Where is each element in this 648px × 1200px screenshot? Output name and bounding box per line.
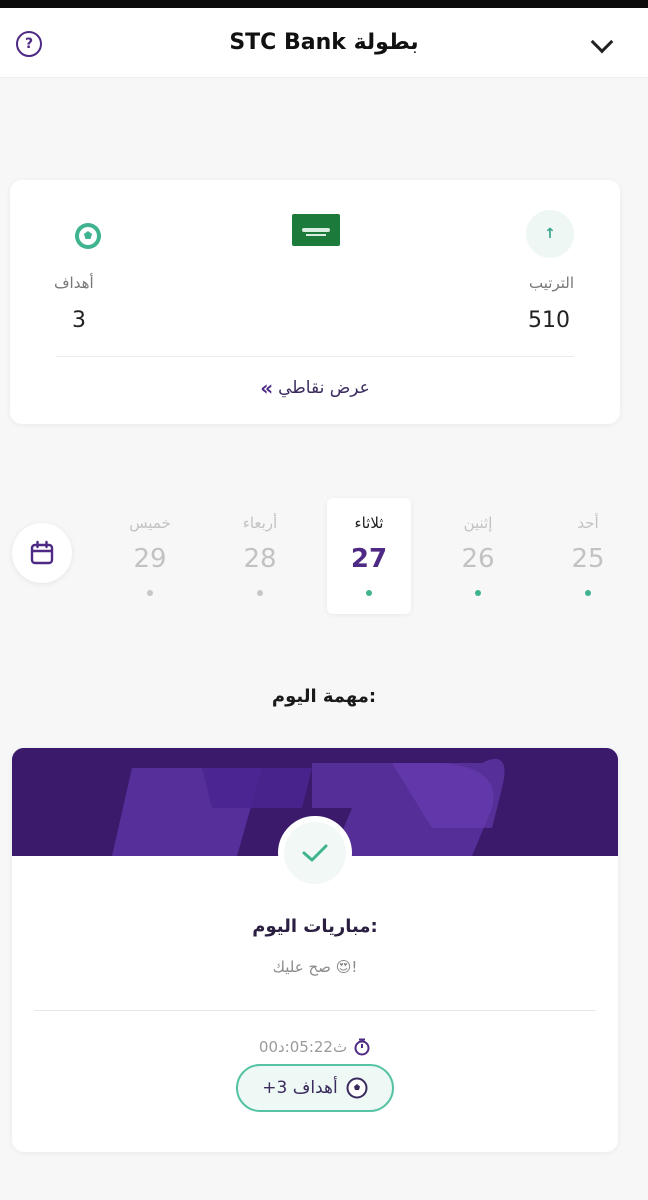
day-tuesday[interactable]: ثلاثاء 27 xyxy=(327,498,411,614)
day-number: 26 xyxy=(461,544,495,574)
day-sunday[interactable]: أحد 25 xyxy=(550,514,626,596)
day-status-dot xyxy=(147,590,153,596)
view-points-label: عرض نقاطي xyxy=(278,378,370,398)
day-name: خميس xyxy=(129,514,171,532)
day-number: 29 xyxy=(133,544,167,574)
day-name: أحد xyxy=(577,514,599,532)
goals-label: أهداف xyxy=(54,274,94,292)
task-subtitle: صح عليك 😍! xyxy=(272,958,358,976)
goals-value: 3 xyxy=(72,308,86,333)
check-icon xyxy=(278,816,352,890)
day-status-dot xyxy=(366,590,372,596)
view-points-link[interactable]: « عرض نقاطي xyxy=(10,376,620,400)
task-card[interactable]: مباريات اليوم: صح عليك 😍! ث05:22:د00 +3 … xyxy=(12,748,618,1152)
stopwatch-icon xyxy=(354,1038,370,1056)
reward-badge: +3 أهداف xyxy=(236,1064,394,1112)
rank-label: الترتيب xyxy=(529,274,574,292)
day-number: 28 xyxy=(243,544,277,574)
day-name: أربعاء xyxy=(242,514,278,532)
day-status-dot xyxy=(257,590,263,596)
countdown-text: ث05:22:د00 xyxy=(258,1038,348,1056)
day-name: ثلاثاء xyxy=(354,514,384,532)
arrow-up-icon: ↑ xyxy=(526,210,574,258)
stats-card: ↑ أهداف 3 الترتيب 510 « عرض نقاطي xyxy=(10,180,620,424)
day-status-dot xyxy=(585,590,591,596)
soccer-ball-icon xyxy=(62,213,114,259)
countdown: ث05:22:د00 xyxy=(12,1038,618,1056)
status-bar xyxy=(0,0,648,8)
day-number: 25 xyxy=(571,544,605,574)
calendar-button[interactable] xyxy=(12,523,72,583)
day-name: إثنين xyxy=(463,514,493,532)
app-header: ? STC Bank بطولة xyxy=(0,8,648,78)
divider xyxy=(34,1010,596,1011)
task-title: مباريات اليوم: xyxy=(252,916,378,937)
saudi-flag-icon xyxy=(292,214,340,246)
reward-text: +3 أهداف xyxy=(262,1078,338,1098)
day-thursday[interactable]: خميس 29 xyxy=(112,514,188,596)
calendar-icon xyxy=(30,540,54,565)
double-chevron-icon: « xyxy=(260,376,273,400)
day-monday[interactable]: إثنين 26 xyxy=(440,514,516,596)
day-number: 27 xyxy=(350,544,388,574)
page-title: STC Bank بطولة xyxy=(229,30,419,55)
day-status-dot xyxy=(475,590,481,596)
divider xyxy=(56,356,574,357)
rank-value: 510 xyxy=(528,308,570,333)
day-wednesday[interactable]: أربعاء 28 xyxy=(222,514,298,596)
section-title: مهمة اليوم: xyxy=(271,686,377,707)
soccer-ball-icon xyxy=(346,1077,368,1099)
